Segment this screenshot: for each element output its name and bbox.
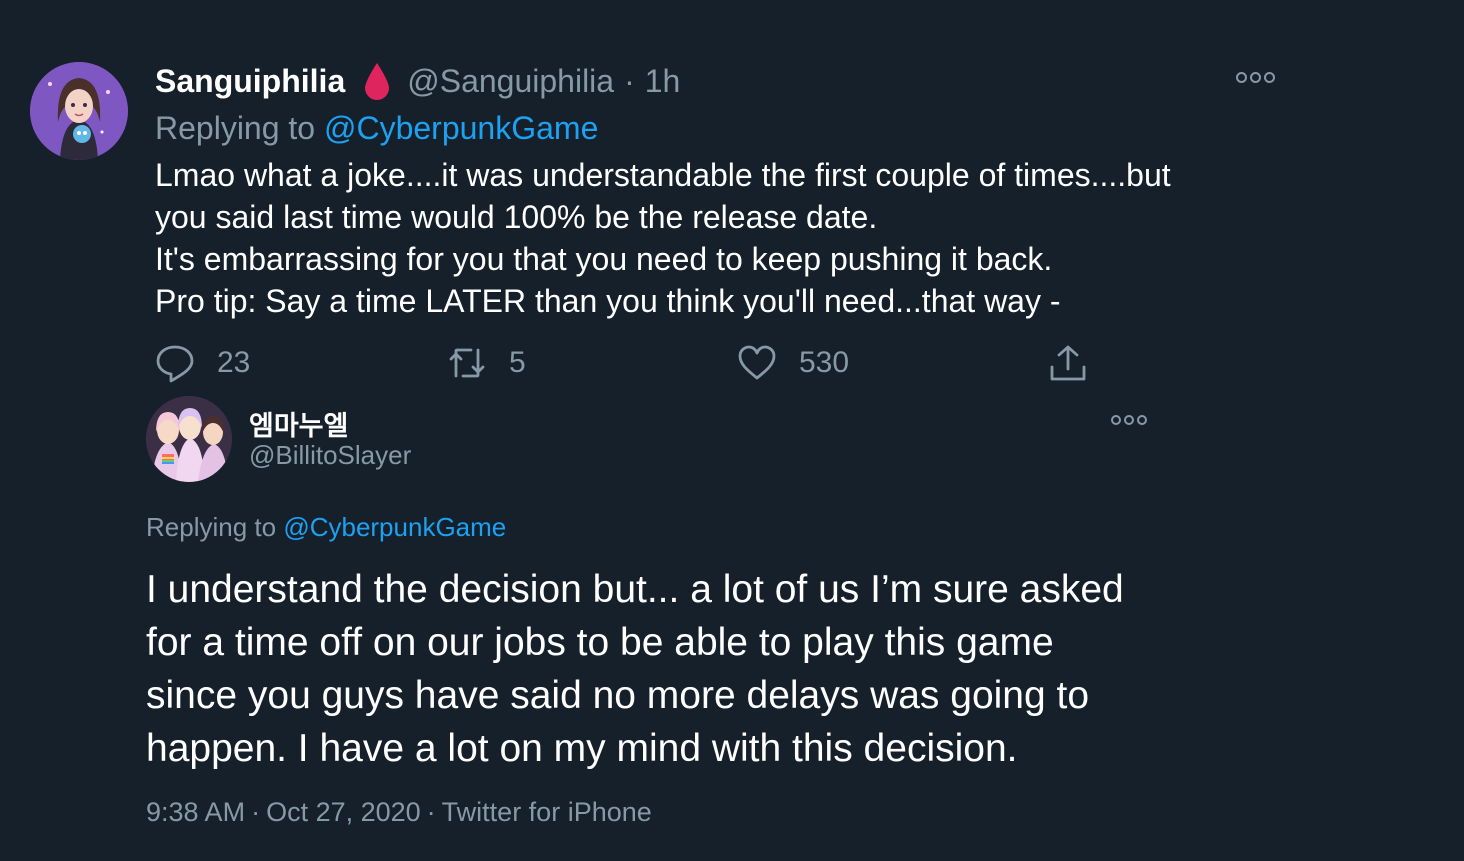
tweet2-date[interactable]: Oct 27, 2020	[266, 797, 421, 827]
tweet1-body-line: you said last time would 100% be the rel…	[155, 199, 878, 235]
tweet1-body: Lmao what a joke....it was understandabl…	[155, 154, 1265, 322]
share-icon	[1050, 345, 1086, 381]
share-button[interactable]	[1048, 340, 1088, 386]
avatar-billitoslayer[interactable]	[146, 396, 232, 482]
more-icon[interactable]	[1111, 415, 1147, 425]
replying-prefix: Replying to	[146, 512, 277, 542]
meta-separator: ·	[426, 797, 436, 827]
tweet1-timestamp[interactable]: 1h	[645, 63, 681, 100]
tweet2-replying-to: Replying to @CyberpunkGame	[146, 512, 506, 543]
more-icon[interactable]	[1236, 72, 1275, 83]
tweet2-body-line: for a time off on our jobs to be able to…	[146, 621, 1054, 664]
tweet1-body-line: It's embarrassing for you that you need …	[155, 241, 1053, 277]
replying-to-link[interactable]: @CyberpunkGame	[283, 512, 506, 542]
tweet1-separator: ·	[624, 62, 635, 99]
avatar-image	[146, 396, 232, 482]
retweet-button[interactable]: 5	[447, 340, 526, 386]
meta-separator: ·	[251, 797, 261, 827]
replying-prefix: Replying to	[155, 110, 316, 146]
tweet1-replying-to: Replying to @CyberpunkGame	[155, 110, 598, 147]
tweet1-handle[interactable]: @Sanguiphilia	[407, 63, 614, 100]
reply-icon	[156, 345, 194, 383]
tweet2-meta: 9:38 AM · Oct 27, 2020 · Twitter for iPhone	[146, 797, 652, 828]
tweet1-body-line: Lmao what a joke....it was understandabl…	[155, 157, 1171, 193]
tweet2-display-name[interactable]: 엠마누엘	[249, 404, 348, 443]
like-button[interactable]: 530	[737, 340, 849, 386]
avatar-sanguiphilia[interactable]	[30, 62, 128, 160]
replying-to-link[interactable]: @CyberpunkGame	[324, 110, 598, 146]
retweet-icon	[449, 348, 485, 378]
tweet2-time[interactable]: 9:38 AM	[146, 797, 245, 827]
tweet2-source[interactable]: Twitter for iPhone	[442, 797, 652, 827]
twitter-thread: Sanguiphilia @Sanguiphilia · 1h Replying…	[0, 0, 1464, 861]
reply-count: 23	[217, 346, 251, 379]
tweet2-body-line: happen. I have a lot on my mind with thi…	[146, 727, 1018, 770]
tweet2-body-line: I understand the decision but... a lot o…	[146, 568, 1124, 611]
tweet2-handle[interactable]: @BillitoSlayer	[249, 440, 411, 471]
retweet-count: 5	[509, 346, 526, 379]
tweet1-header: Sanguiphilia @Sanguiphilia · 1h	[155, 60, 680, 102]
avatar-image	[30, 62, 128, 160]
reply-button[interactable]: 23	[155, 340, 250, 386]
tweet1-display-name[interactable]: Sanguiphilia	[155, 63, 345, 100]
tweet2-body-line: since you guys have said no more delays …	[146, 674, 1090, 717]
like-count: 530	[799, 346, 850, 379]
tweet1-body-line: Pro tip: Say a time LATER than you think…	[155, 283, 1061, 319]
tweet2-body: I understand the decision but... a lot o…	[146, 563, 1246, 775]
like-icon	[738, 345, 776, 380]
blood-drop-icon	[363, 61, 391, 101]
